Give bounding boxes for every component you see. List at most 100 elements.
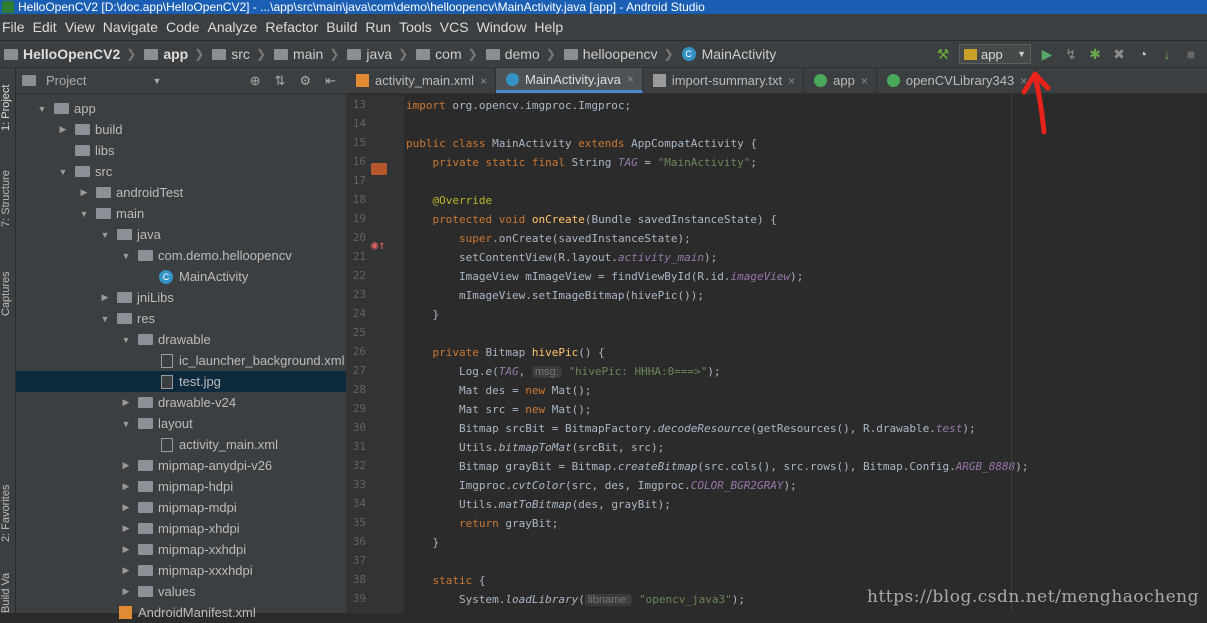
code-token: decodeResource: [657, 422, 751, 435]
tree-item[interactable]: ▼ app: [16, 98, 346, 119]
tab-favorites[interactable]: 2: Favorites: [0, 478, 16, 548]
breadcrumb-item[interactable]: src ❯: [208, 46, 270, 62]
profile-icon[interactable]: ◔: [1135, 46, 1151, 62]
editor-tab[interactable]: import-summary.txt ×: [643, 68, 805, 93]
menu-run[interactable]: Run: [363, 19, 397, 35]
expand-right-icon[interactable]: ▶: [120, 460, 132, 471]
editor-tab[interactable]: activity_main.xml ×: [346, 68, 496, 93]
gear-icon[interactable]: ⚙: [299, 73, 311, 89]
tree-item[interactable]: C MainActivity: [16, 266, 346, 287]
tree-item[interactable]: ▼ main: [16, 203, 346, 224]
collapse-all-icon[interactable]: ⇅: [275, 73, 286, 89]
close-icon[interactable]: ×: [480, 74, 487, 88]
menu-view[interactable]: View: [63, 19, 101, 35]
chevron-down-icon[interactable]: ▼: [152, 76, 161, 86]
editor-tab[interactable]: openCVLibrary343 ×: [877, 68, 1037, 93]
tree-item[interactable]: ▼ java: [16, 224, 346, 245]
expand-right-icon[interactable]: ▶: [120, 502, 132, 513]
project-panel-title[interactable]: Project: [46, 73, 86, 88]
menu-analyze[interactable]: Analyze: [206, 19, 264, 35]
tree-item[interactable]: libs: [16, 140, 346, 161]
scroll-from-source-icon[interactable]: ⊕: [250, 73, 261, 89]
expand-right-icon[interactable]: ▶: [57, 124, 69, 135]
tree-item[interactable]: ▶ mipmap-xxxhdpi: [16, 560, 346, 581]
expand-right-icon[interactable]: ▶: [120, 523, 132, 534]
tree-item[interactable]: ▶ mipmap-mdpi: [16, 497, 346, 518]
run-config-select[interactable]: app ▼: [959, 44, 1031, 64]
tree-item[interactable]: test.jpg: [16, 371, 346, 392]
menu-navigate[interactable]: Navigate: [101, 19, 164, 35]
expand-down-icon[interactable]: ▼: [78, 209, 90, 219]
tree-item[interactable]: ▼ src: [16, 161, 346, 182]
menu-build[interactable]: Build: [324, 19, 363, 35]
code-text[interactable]: import org.opencv.imgproc.Imgproc; public…: [406, 95, 1029, 613]
override-marker-icon[interactable]: ◉↑: [371, 239, 385, 251]
class-marker-icon[interactable]: [371, 163, 387, 175]
tree-item[interactable]: ▶ mipmap-xxhdpi: [16, 539, 346, 560]
expand-down-icon[interactable]: ▼: [120, 419, 132, 429]
tree-item[interactable]: ▶ build: [16, 119, 346, 140]
expand-right-icon[interactable]: ▶: [99, 292, 111, 303]
menu-window[interactable]: Window: [475, 19, 533, 35]
breadcrumb-item[interactable]: main ❯: [270, 46, 343, 62]
menu-vcs[interactable]: VCS: [438, 19, 475, 35]
breadcrumb-item[interactable]: demo ❯: [482, 46, 560, 62]
run-icon[interactable]: ▶: [1039, 46, 1055, 62]
breadcrumb-item[interactable]: com ❯: [412, 46, 482, 62]
attach-debugger-icon[interactable]: ✖: [1111, 46, 1127, 62]
breadcrumb-item[interactable]: java ❯: [343, 46, 412, 62]
tree-item[interactable]: ▼ layout: [16, 413, 346, 434]
close-icon[interactable]: ×: [627, 72, 634, 86]
expand-right-icon[interactable]: ▶: [120, 586, 132, 597]
menu-refactor[interactable]: Refactor: [263, 19, 324, 35]
tree-item[interactable]: ▶ jniLibs: [16, 287, 346, 308]
breadcrumb-item[interactable]: app ❯: [140, 46, 208, 62]
tree-item[interactable]: ▶ androidTest: [16, 182, 346, 203]
close-icon[interactable]: ×: [788, 74, 795, 88]
tree-item[interactable]: ▼ res: [16, 308, 346, 329]
expand-right-icon[interactable]: ▶: [120, 481, 132, 492]
tab-project[interactable]: 1: Project: [0, 78, 16, 138]
tree-item[interactable]: ▶ mipmap-hdpi: [16, 476, 346, 497]
tree-item[interactable]: activity_main.xml: [16, 434, 346, 455]
expand-down-icon[interactable]: ▼: [120, 335, 132, 345]
tree-item[interactable]: ic_launcher_background.xml: [16, 350, 346, 371]
breadcrumb-item[interactable]: C MainActivity: [678, 46, 781, 62]
tree-item[interactable]: ▼ com.demo.helloopencv: [16, 245, 346, 266]
tab-captures[interactable]: Captures: [0, 264, 16, 324]
editor-tab[interactable]: MainActivity.java ×: [495, 68, 643, 93]
menu-bar: File Edit View Navigate Code Analyze Refactor B…: [0, 14, 1207, 40]
breadcrumb-item[interactable]: HelloOpenCV2 ❯: [0, 46, 140, 62]
close-icon[interactable]: ×: [861, 74, 868, 88]
tab-structure[interactable]: 7: Structure: [0, 164, 16, 234]
menu-help[interactable]: Help: [532, 19, 569, 35]
tree-item[interactable]: ▶ mipmap-anydpi-v26: [16, 455, 346, 476]
expand-right-icon[interactable]: ▶: [120, 397, 132, 408]
expand-right-icon[interactable]: ▶: [120, 565, 132, 576]
expand-right-icon[interactable]: ▶: [120, 544, 132, 555]
menu-edit[interactable]: Edit: [31, 19, 63, 35]
expand-down-icon[interactable]: ▼: [120, 251, 132, 261]
debug-icon[interactable]: ✱: [1087, 46, 1103, 62]
apply-changes-icon[interactable]: ↯: [1063, 46, 1079, 62]
expand-down-icon[interactable]: ▼: [57, 167, 69, 177]
tab-build-variants[interactable]: Build Variants: [0, 573, 16, 613]
expand-down-icon[interactable]: ▼: [99, 230, 111, 240]
tree-item[interactable]: ▶ values: [16, 581, 346, 602]
editor-tab[interactable]: app ×: [804, 68, 877, 93]
menu-file[interactable]: File: [0, 19, 31, 35]
sync-gradle-icon[interactable]: ↓: [1159, 46, 1175, 62]
tree-item[interactable]: ▶ mipmap-xhdpi: [16, 518, 346, 539]
folder-icon: [75, 166, 90, 177]
expand-down-icon[interactable]: ▼: [36, 104, 48, 114]
menu-tools[interactable]: Tools: [397, 19, 438, 35]
expand-right-icon[interactable]: ▶: [78, 187, 90, 198]
menu-code[interactable]: Code: [164, 19, 205, 35]
hide-panel-icon[interactable]: ⇤: [325, 73, 336, 89]
stop-icon[interactable]: ■: [1183, 46, 1199, 62]
tree-item[interactable]: ▼ drawable: [16, 329, 346, 350]
tree-item[interactable]: ▶ drawable-v24: [16, 392, 346, 413]
expand-down-icon[interactable]: ▼: [99, 314, 111, 324]
make-project-hammer-icon[interactable]: ⚒: [935, 46, 951, 62]
breadcrumb-item[interactable]: helloopencv ❯: [560, 46, 678, 62]
